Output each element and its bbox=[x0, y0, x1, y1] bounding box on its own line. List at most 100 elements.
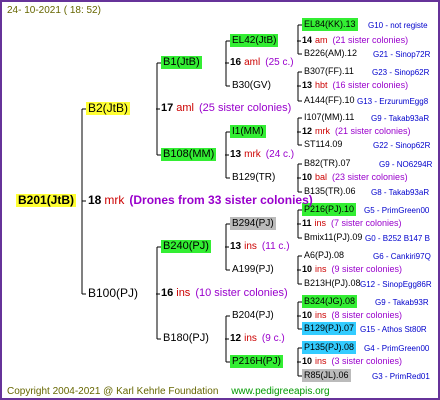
drone-code: ins bbox=[315, 264, 327, 274]
drone-number: 14 bbox=[302, 35, 313, 45]
breeder-ref-a144: G13 - ErzurumEgg8 bbox=[357, 97, 429, 106]
node-b226[interactable]: B226(AM).12 bbox=[302, 47, 359, 60]
node-i1mm[interactable]: I1(MM) bbox=[230, 125, 266, 138]
node-p135[interactable]: P135(PJ).08 bbox=[302, 341, 357, 354]
node-p216h[interactable]: P216H(PJ) bbox=[230, 355, 283, 368]
drone-info-b2: 17 aml (25 sister colonies) bbox=[161, 102, 291, 115]
drone-info-b294: 11 ins (7 sister colonies) bbox=[302, 217, 402, 230]
sister-colonies-count: (11 c.) bbox=[261, 241, 290, 252]
drone-number: 11 bbox=[302, 218, 312, 228]
breeder-ref-b82: G9 - NO6294R bbox=[379, 160, 433, 169]
drone-info-b100: 16 ins (10 sister colonies) bbox=[161, 287, 288, 300]
node-b100[interactable]: B100(PJ) bbox=[86, 287, 140, 300]
node-b2[interactable]: B2(JtB) bbox=[86, 102, 131, 115]
drone-info-b180: 12 ins (9 c.) bbox=[230, 332, 285, 345]
drone-info-p216h: 10 ins (3 sister colonies) bbox=[302, 355, 402, 368]
drone-number: 10 bbox=[302, 356, 313, 366]
drone-number: 12 bbox=[230, 333, 242, 344]
copyright-footer: Copyright 2004-2021 @ Karl Kehrle Founda… bbox=[7, 385, 330, 398]
sister-colonies-count: (24 c.) bbox=[265, 149, 295, 160]
drone-code: ins bbox=[244, 241, 257, 252]
sister-colonies-count: (10 sister colonies) bbox=[195, 287, 288, 299]
drone-code: mrk bbox=[104, 193, 125, 207]
node-b129pj[interactable]: B129(PJ).07 bbox=[302, 322, 357, 335]
drone-code: aml bbox=[176, 102, 194, 114]
drone-code: ins bbox=[244, 333, 257, 344]
drone-info-a199: 10 ins (9 sister colonies) bbox=[302, 263, 402, 276]
drone-number: 13 bbox=[302, 80, 313, 90]
breeder-ref-i107: G9 - Takab93aR bbox=[371, 114, 430, 123]
sister-colonies-count: (9 sister colonies) bbox=[331, 264, 403, 274]
drone-number: 16 bbox=[230, 57, 242, 68]
breeder-ref-b226: G21 - Sinop72R bbox=[373, 50, 431, 59]
node-i107[interactable]: I107(MM).11 bbox=[302, 111, 356, 124]
breeder-ref-bmix11: G0 - B252 B147 B bbox=[365, 234, 430, 243]
node-b294[interactable]: B294(PJ) bbox=[230, 217, 276, 230]
sister-colonies-count: (9 c.) bbox=[261, 333, 285, 344]
node-b204[interactable]: B204(PJ) bbox=[230, 309, 276, 322]
sister-colonies-count: (21 sister colonies) bbox=[332, 35, 409, 45]
drone-number: 12 bbox=[302, 126, 313, 136]
drone-info-b108: 13 mrk (24 c.) bbox=[230, 148, 294, 161]
breeder-ref-b324: G9 - Takab93R bbox=[375, 298, 429, 307]
drone-number: 10 bbox=[302, 310, 313, 320]
sister-colonies-count: (21 sister colonies) bbox=[335, 126, 411, 136]
drone-code: mrk bbox=[315, 126, 331, 136]
drone-code: ins bbox=[314, 218, 327, 228]
drone-code: ins bbox=[315, 356, 327, 366]
breeder-ref-el84: G10 - not registe bbox=[368, 21, 428, 30]
drone-number: 18 bbox=[88, 193, 102, 207]
drone-info-i1: 12 mrk (21 sister colonies) bbox=[302, 125, 411, 138]
node-st114[interactable]: ST114.09 bbox=[302, 138, 344, 151]
node-b180[interactable]: B180(PJ) bbox=[161, 332, 211, 345]
node-el42[interactable]: EL42(JtB) bbox=[230, 34, 279, 47]
drone-info-el42: 14 am (21 sister colonies) bbox=[302, 34, 408, 47]
node-b307[interactable]: B307(FF).11 bbox=[302, 65, 356, 78]
node-b82[interactable]: B82(TR).07 bbox=[302, 157, 353, 170]
sister-colonies-count: (16 sister colonies) bbox=[332, 80, 409, 90]
node-a144[interactable]: A144(FF).10 bbox=[302, 94, 357, 107]
site-url[interactable]: www.pedigreeapis.org bbox=[231, 386, 329, 397]
drone-info-b201: 18 mrk (Drones from 33 sister colonies) bbox=[88, 194, 313, 207]
drone-info-b1: 16 aml (25 c.) bbox=[230, 56, 294, 69]
drone-info-b129: 10 bal (23 sister colonies) bbox=[302, 171, 408, 184]
sister-colonies-count: (Drones from 33 sister colonies) bbox=[129, 193, 313, 207]
sister-colonies-count: (3 sister colonies) bbox=[331, 356, 403, 366]
copyright-text: Copyright 2004-2021 @ Karl Kehrle Founda… bbox=[7, 386, 219, 397]
breeder-ref-p216pj: G5 - PrimGreen00 bbox=[364, 206, 430, 215]
drone-number: 10 bbox=[302, 264, 313, 274]
sister-colonies-count: (23 sister colonies) bbox=[332, 172, 408, 182]
breeder-ref-a6: G6 - Cankiri97Q bbox=[373, 252, 431, 261]
node-b129[interactable]: B129(TR) bbox=[230, 171, 277, 184]
node-b240[interactable]: B240(PJ) bbox=[161, 240, 211, 253]
breeder-ref-r85: G3 - PrimRed01 bbox=[372, 372, 430, 381]
breeder-ref-p135: G4 - PrimGreen00 bbox=[364, 344, 430, 353]
node-bmix11[interactable]: Bmix11(PJ).09 bbox=[302, 231, 364, 244]
node-b324[interactable]: B324(JG).08 bbox=[302, 295, 358, 308]
node-b108[interactable]: B108(MM) bbox=[161, 148, 217, 161]
sister-colonies-count: (7 sister colonies) bbox=[331, 218, 402, 228]
pedigree-frame: 24- 10-2021 ( 18: 52) B201(JtB) B2(JtB) B1… bbox=[0, 0, 440, 400]
drone-info-b240: 13 ins (11 c.) bbox=[230, 240, 290, 253]
node-b1[interactable]: B1(JtB) bbox=[161, 56, 202, 69]
node-a199[interactable]: A199(PJ) bbox=[230, 263, 276, 276]
drone-number: 13 bbox=[230, 149, 242, 160]
drone-info-b204: 10 ins (8 sister colonies) bbox=[302, 309, 402, 322]
node-a6[interactable]: A6(PJ).08 bbox=[302, 249, 346, 262]
node-b213h[interactable]: B213H(PJ).08 bbox=[302, 277, 363, 290]
drone-code: ins bbox=[315, 310, 327, 320]
drone-code: bal bbox=[315, 172, 328, 182]
breeder-ref-b135: G8 - Takab93aR bbox=[371, 188, 430, 197]
node-r85[interactable]: R85(JL).06 bbox=[302, 369, 351, 382]
drone-code: ins bbox=[176, 287, 191, 299]
node-b201[interactable]: B201(JtB) bbox=[16, 194, 77, 207]
drone-code: aml bbox=[244, 57, 261, 68]
breeder-ref-b307: G23 - Sinop62R bbox=[372, 68, 430, 77]
sister-colonies-count: (25 c.) bbox=[265, 57, 294, 68]
node-b30[interactable]: B30(GV) bbox=[230, 79, 273, 92]
drone-info-b30: 13 hbt (16 sister colonies) bbox=[302, 79, 408, 92]
drone-code: mrk bbox=[244, 149, 261, 160]
node-el84[interactable]: EL84(KK).13 bbox=[302, 18, 358, 31]
pedigree-tree: B201(JtB) B2(JtB) B100(PJ) B1(JtB) B108(MM) B… bbox=[2, 2, 438, 398]
breeder-ref-b129pj: G15 - Athos St80R bbox=[360, 325, 427, 334]
